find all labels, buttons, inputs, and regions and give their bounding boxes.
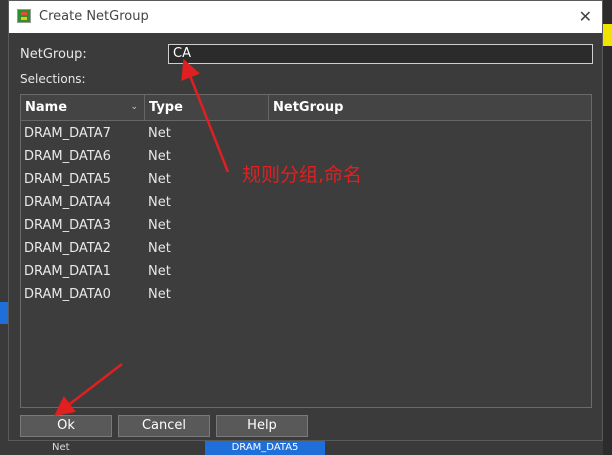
annotation-arrows xyxy=(54,58,230,417)
arrow-to-input xyxy=(181,58,230,173)
arrow-to-ok xyxy=(54,363,123,417)
